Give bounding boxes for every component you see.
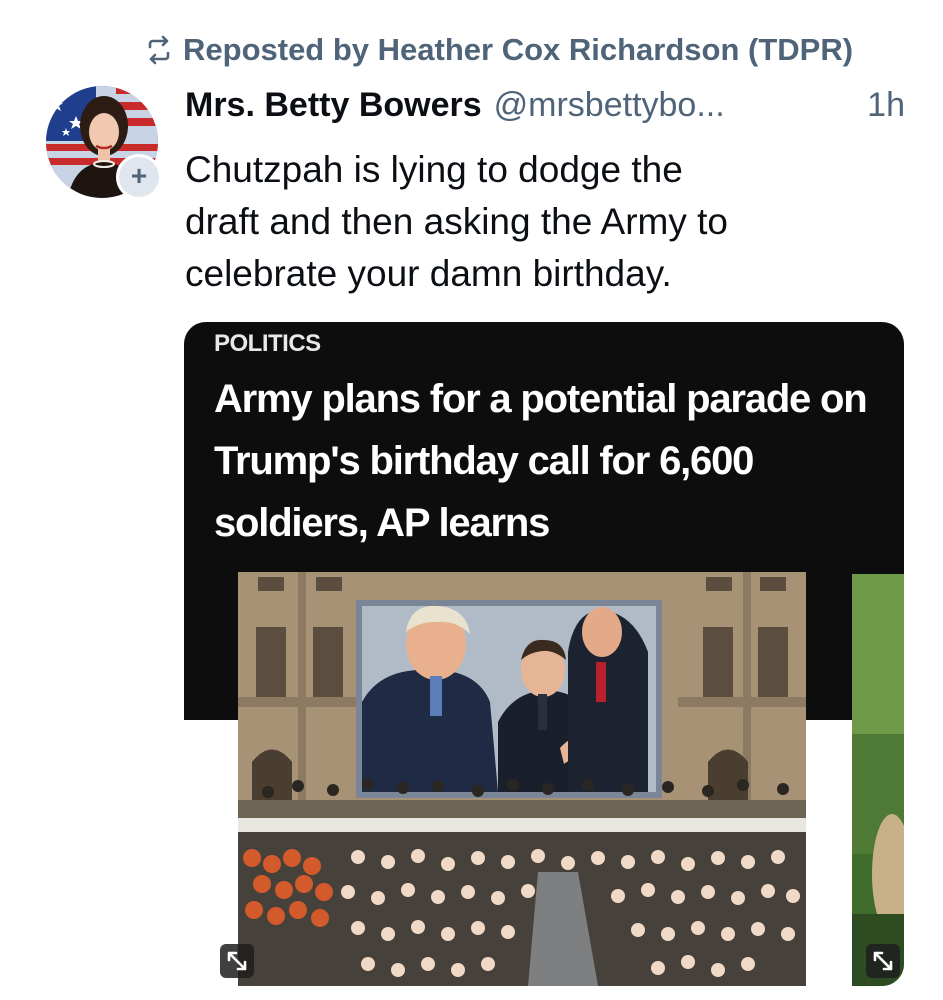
article-kicker: POLITICS [214,330,321,357]
follow-button[interactable]: + [116,154,162,200]
avatar-container[interactable]: + [46,86,162,200]
repost-icon [143,34,175,66]
post-text: Chutzpah is lying to dodge the draft and… [185,149,728,294]
article-headline: Army plans for a potential parade on Tru… [214,377,868,545]
post[interactable]: Reposted by Heather Cox Richardson (TDPR… [0,0,943,1000]
post-timestamp[interactable]: 1h [867,86,905,125]
repost-text: Reposted by Heather Cox Richardson (TDPR… [183,32,854,67]
media-embed[interactable]: POLITICS Army plans for a potential para… [184,322,904,986]
next-photo-preview[interactable] [852,574,904,986]
article-photo[interactable] [238,572,806,986]
expand-icon[interactable] [866,944,900,978]
post-header: Mrs. Betty Bowers @mrsbettybo... 1h [185,86,905,125]
repost-indicator[interactable]: Reposted by Heather Cox Richardson (TDPR… [143,32,853,68]
author-handle[interactable]: @mrsbettybo... [494,86,725,125]
author-display-name[interactable]: Mrs. Betty Bowers [185,86,482,125]
expand-icon[interactable] [220,944,254,978]
